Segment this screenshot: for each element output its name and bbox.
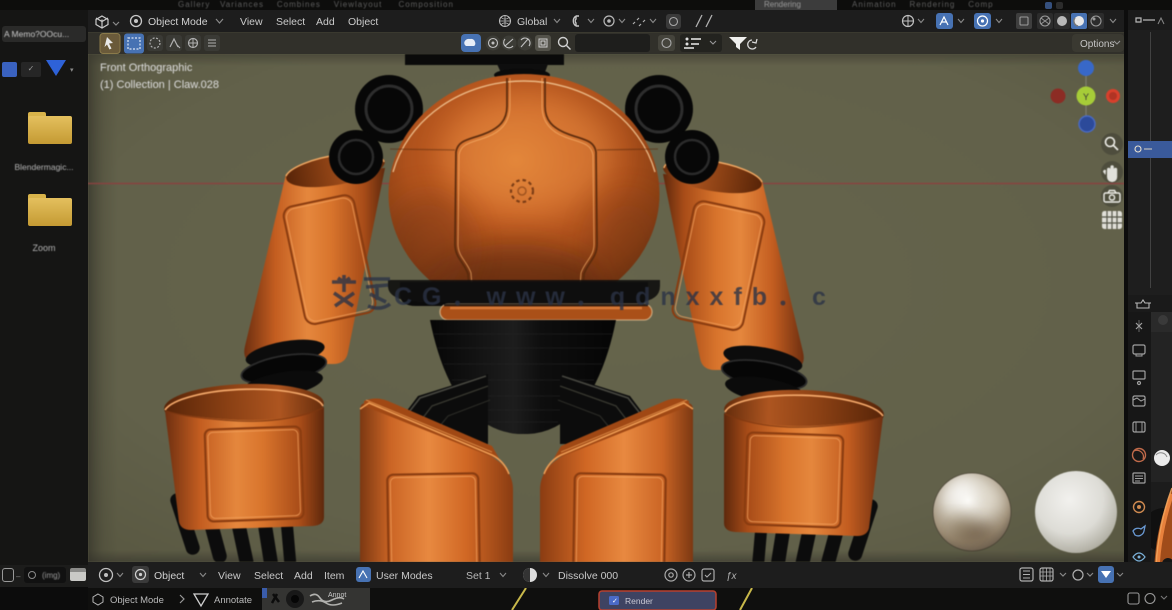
svg-text:Add: Add: [294, 570, 313, 582]
svg-text:Object Mode: Object Mode: [110, 595, 164, 606]
svg-text:Render: Render: [625, 596, 653, 606]
svg-text:Object: Object: [154, 570, 184, 582]
svg-text:Set 1: Set 1: [466, 570, 491, 582]
svg-text:(1) Collection | Claw.028: (1) Collection | Claw.028: [100, 79, 219, 91]
svg-text:Select: Select: [254, 570, 283, 582]
svg-text:Y: Y: [1083, 92, 1089, 102]
svg-text:CG．www．qdnxxfb．c: CG．www．qdnxxfb．c: [394, 283, 836, 311]
svg-text:Dissolve 000: Dissolve 000: [558, 570, 618, 582]
svg-text:View: View: [218, 570, 241, 582]
svg-text:Object Mode: Object Mode: [148, 16, 208, 28]
svg-text:Annot: Annot: [328, 592, 346, 599]
svg-text:View: View: [240, 16, 263, 28]
svg-text:Item: Item: [324, 570, 345, 582]
svg-text:✓: ✓: [612, 598, 618, 605]
svg-text:Select: Select: [276, 16, 305, 28]
svg-text:User Modes: User Modes: [376, 570, 433, 582]
svg-text:ƒx: ƒx: [726, 571, 738, 582]
svg-text:Add: Add: [316, 16, 335, 28]
svg-text:Global: Global: [517, 16, 547, 28]
svg-text:Annotate: Annotate: [214, 595, 252, 606]
svg-text:Options: Options: [1080, 39, 1114, 50]
svg-text:Front Orthographic: Front Orthographic: [100, 62, 193, 74]
svg-text:Object: Object: [348, 16, 378, 28]
